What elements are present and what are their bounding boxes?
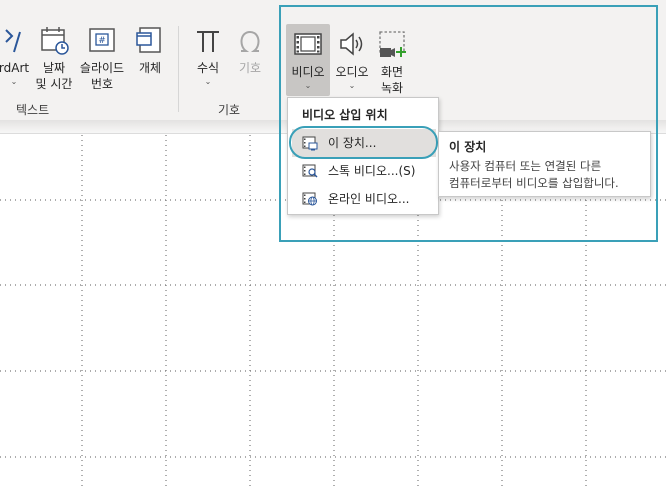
group-separator: [178, 26, 179, 112]
object-label: 개체: [138, 61, 162, 75]
omega-icon: [240, 30, 260, 52]
slide-number-label-1: 슬라이드: [79, 61, 125, 75]
menu-item-online-video[interactable]: 온라인 비디오...: [292, 185, 436, 213]
wordart-button[interactable]: rdArt ⌄: [0, 24, 34, 88]
symbol-label: 기호: [238, 61, 262, 75]
tooltip-title: 이 장치: [449, 140, 487, 154]
svg-text:#: #: [98, 36, 106, 46]
menu-item-label: 온라인 비디오...: [328, 192, 410, 206]
tooltip-line-1: 사용자 컴퓨터 또는 연결된 다른: [449, 159, 602, 173]
wordart-label: rdArt: [0, 61, 30, 75]
tooltip: 이 장치 사용자 컴퓨터 또는 연결된 다른 컴퓨터로부터 비디오를 삽입합니다…: [438, 131, 651, 197]
date-time-label-2: 및 시간: [35, 77, 73, 91]
slide-number-label-2: 번호: [90, 77, 114, 91]
object-icon: [136, 27, 161, 53]
wordart-icon: [5, 29, 21, 53]
equation-label: 수식: [196, 61, 220, 75]
group-label-symbols: 기호: [218, 103, 241, 117]
tooltip-body: 사용자 컴퓨터 또는 연결된 다른 컴퓨터로부터 비디오를 삽입합니다.: [449, 158, 640, 192]
online-video-icon: [302, 192, 317, 206]
object-button[interactable]: 개체: [132, 24, 168, 76]
date-time-button[interactable]: 날짜 및 시간: [34, 24, 74, 92]
tooltip-line-2: 컴퓨터로부터 비디오를 삽입합니다.: [449, 176, 619, 190]
chevron-down-icon: ⌄: [204, 77, 212, 86]
slide-number-button[interactable]: # 슬라이드 번호: [76, 24, 128, 92]
symbol-button[interactable]: 기호: [232, 24, 268, 76]
calendar-clock-icon: [41, 27, 69, 55]
menu-item-stock-video[interactable]: 스톡 비디오...(S): [292, 157, 436, 185]
item-highlight-ring: [289, 126, 438, 159]
menu-item-label: 스톡 비디오...(S): [328, 164, 416, 178]
pi-icon: [197, 31, 219, 52]
menu-title: 비디오 삽입 위치: [302, 108, 388, 122]
chevron-down-icon: ⌄: [10, 77, 18, 86]
date-time-label-1: 날짜: [42, 61, 66, 75]
stock-video-icon: [302, 164, 318, 178]
group-label-text: 텍스트: [16, 103, 50, 117]
slide-number-icon: #: [89, 28, 115, 52]
equation-button[interactable]: 수식 ⌄: [190, 24, 226, 88]
